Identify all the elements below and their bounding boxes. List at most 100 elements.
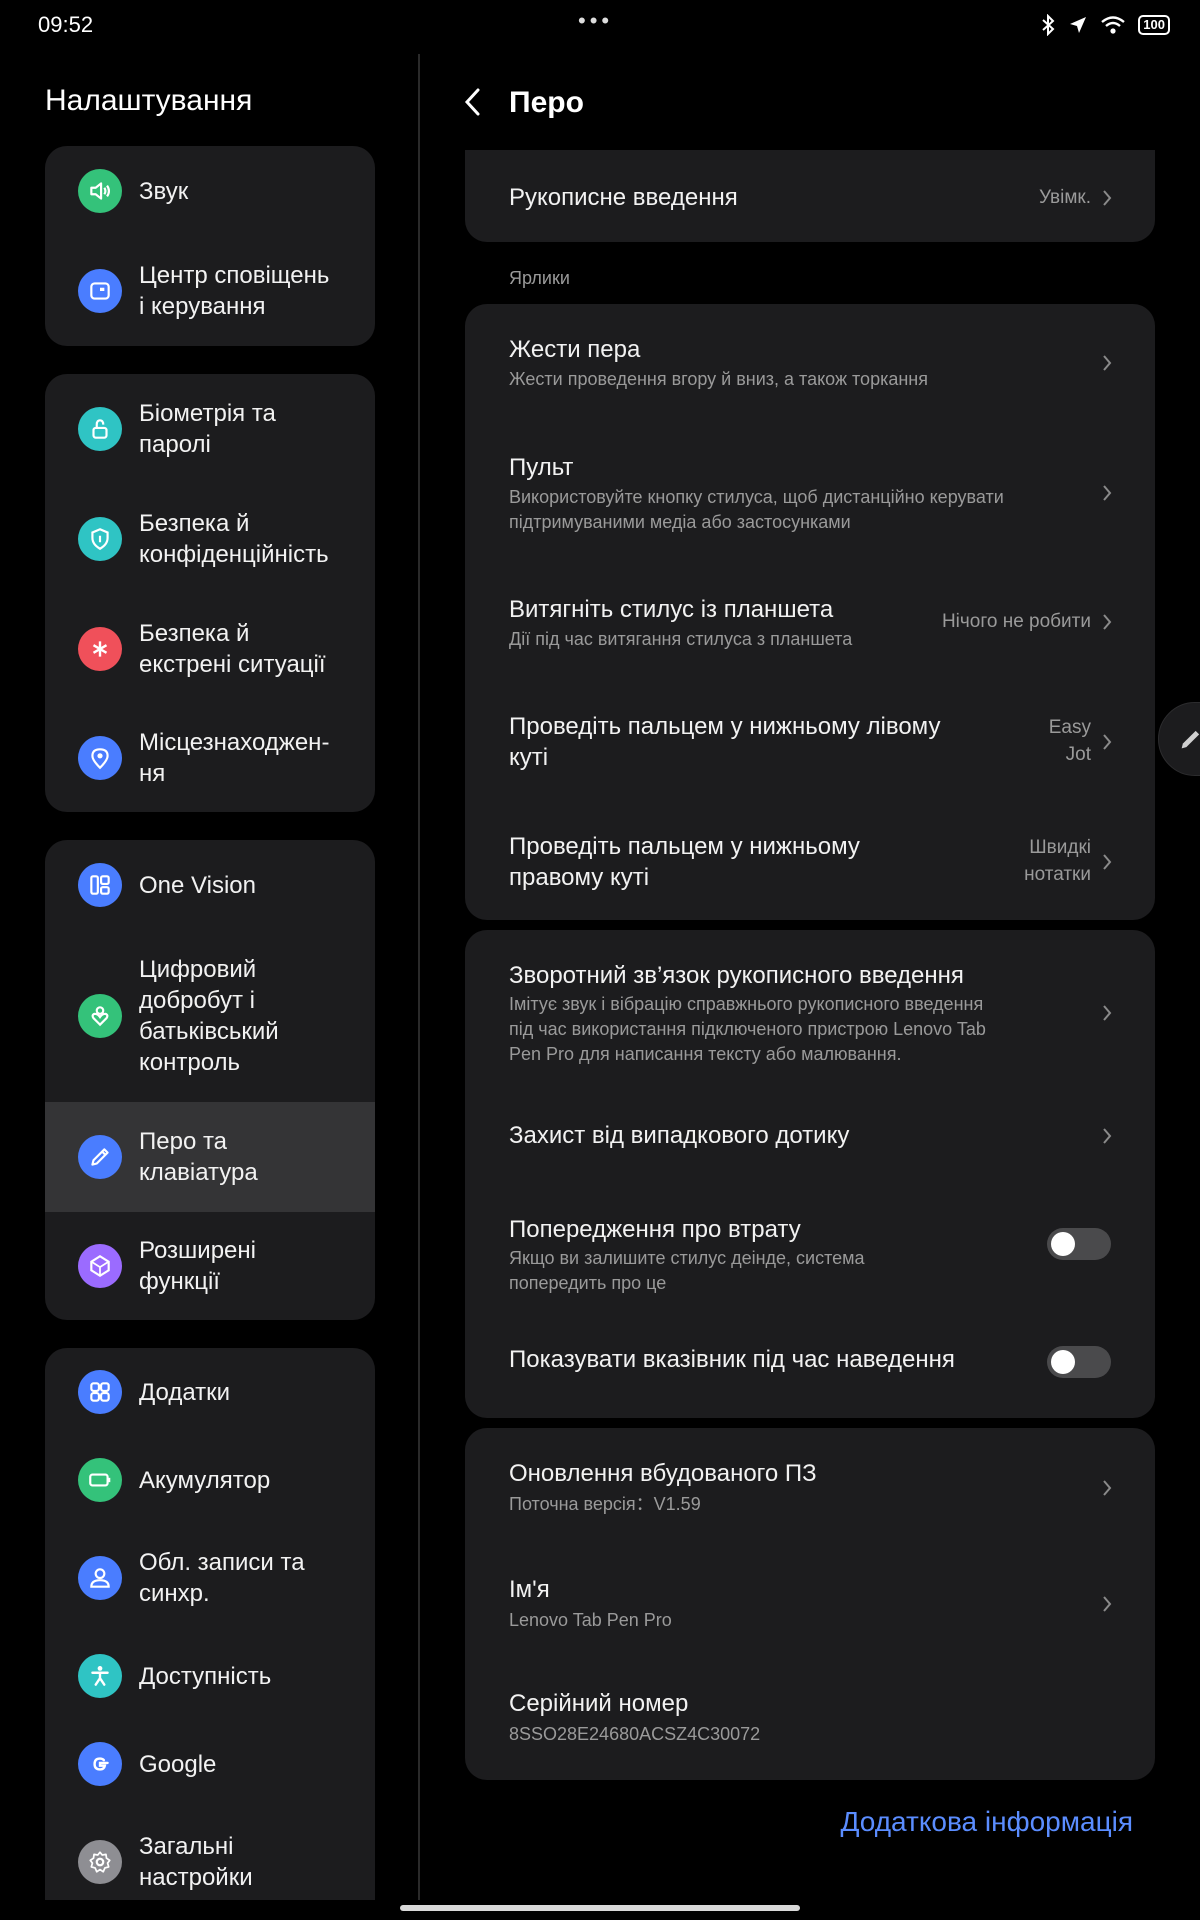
sidebar-item-biometrics[interactable]: Біометрія та паролі: [45, 374, 375, 484]
sidebar-item-apps[interactable]: Додатки: [45, 1348, 375, 1436]
account-icon: [78, 1556, 122, 1600]
pen-gestures-row[interactable]: Жести пера Жести проведення вгору й вниз…: [465, 304, 1155, 422]
sidebar-item-battery[interactable]: Акумулятор: [45, 1436, 375, 1524]
firmware-update-row[interactable]: Оновлення вбудованого ПЗ Поточна версія：…: [465, 1428, 1155, 1546]
loss-warning-toggle[interactable]: [1047, 1228, 1111, 1260]
sidebar-item-wellbeing[interactable]: Цифровий добробут і батьківський контрол…: [45, 930, 375, 1102]
speaker-icon: [78, 169, 122, 213]
advanced-features-icon: [78, 1244, 122, 1288]
battery-icon: [78, 1458, 122, 1502]
gear-icon: [78, 1840, 122, 1884]
home-indicator[interactable]: [400, 1905, 800, 1911]
sidebar-item-advanced[interactable]: Розширені функції: [45, 1212, 375, 1320]
handwriting-row[interactable]: Рукописне введення Увімк.: [465, 150, 1155, 242]
handwriting-feedback-row[interactable]: Зворотний зв’язок рукописного введення І…: [465, 930, 1155, 1090]
settings-group-3: One Vision Цифровий добробут і батьківсь…: [45, 840, 375, 1320]
chevron-right-icon: [1103, 734, 1112, 750]
pen-icon: [78, 1135, 122, 1179]
sidebar-item-emergency[interactable]: Безпека й екстрені ситуації: [45, 594, 375, 704]
remote-subtitle: Використовуйте кнопку стилуса, щоб диста…: [509, 487, 1004, 532]
sidebar-item-label: Місцезнаходжен- ня: [139, 729, 330, 787]
more-dots-icon[interactable]: •••: [578, 8, 613, 34]
status-bar: 09:52 ••• 100: [0, 0, 1200, 50]
serial-number-value: 8SSO28E24680ACSZ4C30072: [509, 1724, 761, 1744]
sidebar-item-label: Загальні настройки: [139, 1833, 253, 1891]
sidebar-item-label: Розширені функції: [139, 1237, 256, 1295]
lock-icon: [78, 407, 122, 451]
pen-name-row[interactable]: Ім'я Lenovo Tab Pen Pro: [465, 1546, 1155, 1662]
loss-warning-subtitle: Якщо ви залишите стилус деінде, система …: [509, 1248, 865, 1293]
sidebar-item-general[interactable]: Загальні настройки: [45, 1808, 375, 1900]
chevron-right-icon: [1103, 854, 1112, 870]
chevron-right-icon: [1103, 614, 1112, 630]
hover-pointer-row: Показувати вказівник під час наведення: [465, 1304, 1155, 1418]
google-icon: [78, 1742, 122, 1786]
chevron-right-icon: [1103, 1480, 1112, 1496]
apps-grid-icon: [78, 1370, 122, 1414]
pull-stylus-title: Витягніть стилус із планшета: [509, 596, 834, 623]
settings-group-4: Додатки Акумулятор Обл. записи та синхр.…: [45, 1348, 375, 1900]
sidebar-item-label: Додатки: [139, 1379, 231, 1406]
remote-row[interactable]: Пульт Використовуйте кнопку стилуса, щоб…: [465, 422, 1155, 564]
shield-icon: [78, 517, 122, 561]
wifi-icon: [1101, 16, 1126, 34]
location-pin-icon: [78, 736, 122, 780]
one-vision-icon: [78, 863, 122, 907]
palm-rejection-row[interactable]: Захист від випадкового дотику: [465, 1090, 1155, 1184]
handwriting-value: Увімк.: [1039, 187, 1091, 208]
pull-stylus-subtitle: Дії під час витягання стилуса з планшета: [509, 629, 853, 649]
swipe-bottom-right-title: Проведіть пальцем у нижньому правому кут…: [509, 833, 860, 891]
firmware-version: Поточна версія：V1.59: [509, 1494, 701, 1514]
accessibility-icon: [78, 1654, 122, 1698]
hover-pointer-title: Показувати вказівник під час наведення: [509, 1346, 955, 1373]
settings-title: Налаштування: [45, 84, 253, 117]
sidebar-item-google[interactable]: Google: [45, 1720, 375, 1808]
chevron-right-icon: [1103, 355, 1112, 371]
sidebar-item-pen-keyboard[interactable]: Перо та клавіатура: [45, 1102, 375, 1212]
battery-level: 100: [1138, 15, 1170, 35]
shortcuts-section-label: Ярлики: [509, 268, 570, 288]
sidebar-item-sound[interactable]: Звук: [45, 146, 375, 236]
sidebar-item-label: Акумулятор: [139, 1467, 271, 1494]
page-title: Перо: [509, 86, 584, 119]
shortcuts-card: Жести пера Жести проведення вгору й вниз…: [465, 304, 1155, 920]
pen-gestures-title: Жести пера: [509, 336, 641, 363]
back-arrow-icon[interactable]: [460, 82, 486, 122]
sidebar-item-accessibility[interactable]: Доступність: [45, 1632, 375, 1720]
notification-center-icon: [78, 269, 122, 313]
sidebar-item-label: Центр сповіщень і керування: [139, 262, 330, 320]
location-arrow-icon: [1070, 17, 1087, 33]
sidebar-item-notification-center[interactable]: Центр сповіщень і керування: [45, 236, 375, 346]
swipe-bottom-left-row[interactable]: Проведіть пальцем у нижньому лівому куті…: [465, 682, 1155, 802]
serial-number-title: Серійний номер: [509, 1690, 689, 1717]
pen-name-value: Lenovo Tab Pen Pro: [509, 1610, 672, 1630]
palm-rejection-title: Захист від випадкового дотику: [509, 1122, 850, 1149]
sidebar-item-label: Біометрія та паролі: [139, 400, 276, 458]
sidebar-item-label: One Vision: [139, 872, 256, 899]
pen-gestures-subtitle: Жести проведення вгору й вниз, а також т…: [509, 369, 928, 389]
more-info-link[interactable]: Додаткова інформація: [840, 1806, 1133, 1838]
chevron-right-icon: [1103, 485, 1112, 501]
settings-group-2: Біометрія та паролі Безпека й конфіденці…: [45, 374, 375, 812]
wellbeing-icon: [78, 994, 122, 1038]
swipe-bottom-left-title: Проведіть пальцем у нижньому лівому куті: [509, 713, 941, 771]
pen-name-title: Ім'я: [509, 1576, 550, 1603]
loss-warning-row: Попередження про втрату Якщо ви залишите…: [465, 1184, 1155, 1304]
sidebar-item-location[interactable]: Місцезнаходжен- ня: [45, 704, 375, 812]
floating-pen-handle[interactable]: [1158, 702, 1200, 776]
swipe-bottom-right-row[interactable]: Проведіть пальцем у нижньому правому кут…: [465, 802, 1155, 920]
handwriting-card: Рукописне введення Увімк.: [465, 150, 1155, 242]
sidebar-item-privacy[interactable]: Безпека й конфіденційність: [45, 484, 375, 594]
pull-stylus-row[interactable]: Витягніть стилус із планшета Дії під час…: [465, 564, 1155, 682]
sidebar-item-label: Безпека й екстрені ситуації: [139, 620, 326, 678]
hover-pointer-toggle[interactable]: [1047, 1346, 1111, 1378]
emergency-icon: [78, 627, 122, 671]
pen-icon: [1181, 730, 1200, 749]
sidebar-item-one-vision[interactable]: One Vision: [45, 840, 375, 930]
chevron-right-icon: [1103, 1596, 1112, 1612]
handwriting-feedback-subtitle: Імітує звук і вібрацію справжнього рукоп…: [509, 994, 986, 1064]
sidebar-item-label: Доступність: [139, 1663, 272, 1690]
chevron-right-icon: [1103, 1128, 1112, 1144]
toggle-knob: [1051, 1232, 1075, 1256]
sidebar-item-accounts[interactable]: Обл. записи та синхр.: [45, 1524, 375, 1632]
